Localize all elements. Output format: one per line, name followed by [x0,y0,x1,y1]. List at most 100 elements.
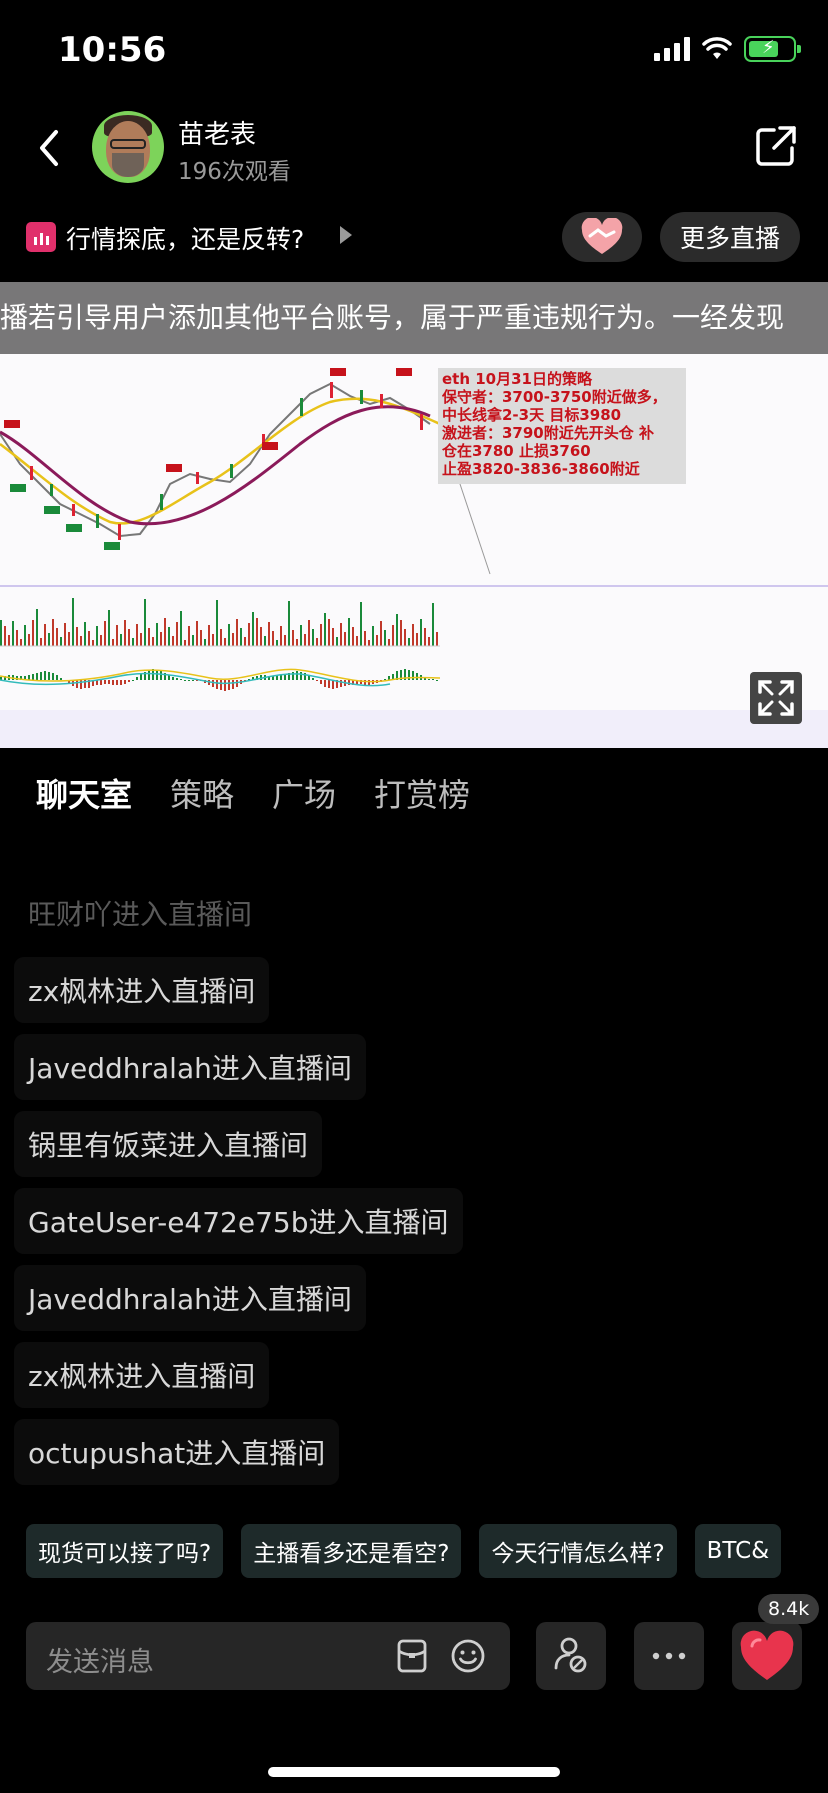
emoji-icon[interactable] [450,1638,486,1674]
volume-bar [8,635,10,646]
volume-bar [224,638,226,646]
tab-tip-ranking[interactable]: 打赏榜 [374,770,470,816]
price-chart-image [0,354,828,748]
red-packet-icon[interactable] [394,1638,430,1674]
bar-chart-icon [26,222,56,252]
macd-bar [216,680,218,689]
strategy-line: 中长线拿2-3天 目标3980 [442,406,622,424]
volume-bar [376,635,378,646]
volume-bar [76,627,78,646]
share-icon[interactable] [754,124,798,168]
tab-square[interactable]: 广场 [272,770,336,816]
volume-bar [152,637,154,646]
tab-strategy[interactable]: 策略 [170,770,234,816]
volume-bar [144,599,146,646]
volume-bar [412,624,414,646]
macd-bar [28,675,30,680]
quick-reply-chip[interactable]: 主播看多还是看空? [241,1524,462,1578]
quick-reply-chip[interactable]: 今天行情怎么样? [479,1524,677,1578]
macd-bar [184,680,186,681]
volume-bar [108,610,110,646]
volume-bar [28,634,30,646]
macd-bar [124,680,126,684]
volume-bar [392,625,394,646]
volume-bar [244,637,246,646]
macd-bar [132,680,134,681]
chat-message: 锅里有饭菜进入直播间 [14,1111,323,1177]
back-button[interactable] [30,126,70,170]
volume-bar [336,637,338,646]
volume-bar [260,627,262,646]
volume-bar [352,627,354,646]
volume-bar [228,624,230,646]
volume-bar [84,622,86,646]
volume-bar [88,631,90,646]
volume-bar [312,629,314,646]
strategy-line: 止盈3820-3836-3860附近 [442,460,640,478]
volume-bar [276,640,278,646]
volume-bar [188,626,190,646]
volume-bar [160,632,162,646]
macd-bar [436,680,438,681]
volume-bar [96,626,98,646]
topic-title[interactable]: 行情探底，还是反转? [66,220,304,256]
more-live-button[interactable]: 更多直播 [660,212,800,262]
macd-bar [44,671,46,680]
message-input[interactable]: 发送消息 [26,1622,510,1690]
macd-bar [160,671,162,680]
strategy-line: eth 10月31日的策略 [442,370,592,388]
volume-bar [388,639,390,646]
quick-reply-chip[interactable]: BTC& [694,1524,782,1578]
heart-icon [740,1630,794,1680]
chat-message: Javeddhralah进入直播间 [14,1034,366,1100]
like-button[interactable] [732,1622,802,1690]
macd-bar [384,679,386,680]
volume-bar [400,620,402,646]
volume-bar [36,609,38,646]
macd-bar [188,680,190,681]
view-count: 196次观看 [178,159,291,185]
host-avatar[interactable] [92,111,164,183]
status-icons: ⚡ [654,36,801,62]
volume-bar [16,630,18,646]
volume-bar [252,612,254,646]
volume-bar [116,625,118,646]
macd-bar [120,680,122,685]
heart-handshake-button[interactable] [562,212,642,262]
live-video[interactable]: 播若引导用户添加其他平台账号，属于严重违规行为。一经发现 eth 10月31日的… [0,282,828,748]
volume-bar [272,631,274,646]
volume-bar [420,619,422,646]
quick-reply-chip[interactable]: 现货可以接了吗? [26,1524,224,1578]
volume-bar [364,631,366,646]
macd-bar [320,680,322,684]
play-arrow-icon[interactable] [340,226,352,244]
topic-row: 行情探底，还是反转? 更多直播 [0,208,828,264]
quick-replies: 现货可以接了吗? 主播看多还是看空? 今天行情怎么样? BTC& [26,1524,782,1578]
macd-bar [232,680,234,689]
fullscreen-icon[interactable] [750,672,802,724]
macd-bar [332,680,334,689]
volume-bar [192,635,194,646]
volume-bar [288,601,290,646]
macd-bar [36,673,38,680]
macd-bar [172,677,174,680]
macd-bar [60,678,62,680]
user-settings-button[interactable] [536,1622,606,1690]
macd-bar [296,671,298,680]
volume-bar [48,633,50,646]
tab-chatroom[interactable]: 聊天室 [36,770,132,816]
more-dots-icon [652,1652,686,1660]
volume-bar [240,628,242,646]
volume-bar [164,618,166,646]
volume-bar [248,623,250,646]
macd-bar [368,680,370,685]
volume-bar [232,633,234,646]
strategy-line: 仓在3780 止损3760 [442,442,591,460]
volume-bar [172,636,174,646]
macd-bar [224,680,226,691]
macd-bar [180,679,182,680]
volume-bar [396,614,398,646]
more-options-button[interactable] [634,1622,704,1690]
like-count-badge: 8.4k [758,1594,820,1624]
host-name[interactable]: 苗老表 [178,114,256,151]
